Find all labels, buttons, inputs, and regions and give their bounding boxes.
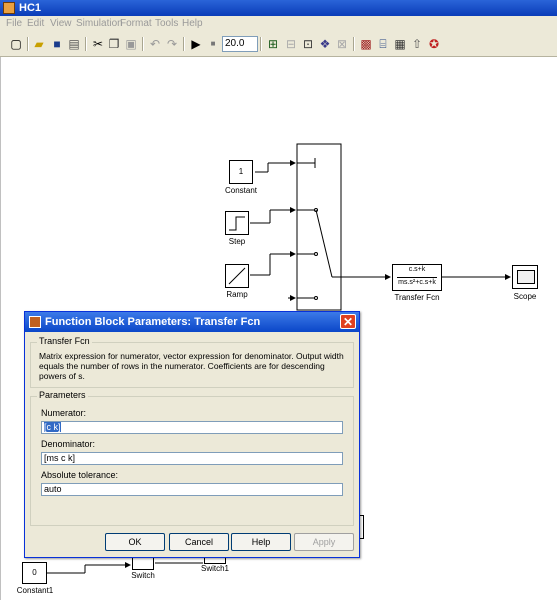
step-icon: [229, 216, 245, 231]
dialog-title-bar: Function Block Parameters: Transfer Fcn …: [25, 312, 359, 332]
transfer-fcn-divider: [397, 277, 437, 278]
scope-block[interactable]: [512, 265, 538, 289]
switch-block[interactable]: [132, 556, 154, 570]
ramp-label: Ramp: [226, 290, 248, 299]
block-parameters-icon: [29, 316, 41, 328]
help-button[interactable]: Help: [231, 533, 291, 551]
transfer-fcn-label: Transfer Fcn: [394, 293, 440, 302]
transfer-fcn-denominator: ms.s²+c.s+k: [398, 279, 436, 286]
switch-label: Switch: [131, 571, 155, 580]
apply-button[interactable]: Apply: [294, 533, 354, 551]
ramp-block[interactable]: [225, 264, 249, 288]
numerator-label: Numerator:: [41, 408, 87, 418]
switch1-label: Switch1: [200, 564, 229, 573]
step-label: Step: [228, 237, 246, 246]
cancel-button[interactable]: Cancel: [169, 533, 229, 551]
ramp-icon: [228, 267, 246, 285]
dialog-description: Matrix expression for numerator, vector …: [39, 351, 344, 381]
numerator-input[interactable]: [c k]: [41, 421, 343, 434]
step-block[interactable]: [225, 211, 249, 235]
constant1-block[interactable]: 0: [22, 562, 47, 584]
constant-block[interactable]: 1: [229, 160, 253, 184]
transfer-fcn-group: Transfer Fcn Matrix expression for numer…: [30, 336, 354, 388]
transfer-fcn-numerator: c.s+k: [408, 266, 426, 273]
parameters-group: Parameters Numerator: [c k] Denominator:…: [30, 390, 354, 526]
ok-button[interactable]: OK: [105, 533, 165, 551]
scope-label: Scope: [513, 292, 537, 301]
scope-icon: [517, 270, 535, 284]
transfer-fcn-legend: Transfer Fcn: [37, 336, 92, 346]
absolute-tolerance-input[interactable]: auto: [41, 483, 343, 496]
denominator-input[interactable]: [ms c k]: [41, 452, 343, 465]
absolute-tolerance-label: Absolute tolerance:: [41, 470, 119, 480]
close-icon[interactable]: ✕: [340, 314, 356, 329]
parameters-legend: Parameters: [37, 390, 88, 400]
transfer-fcn-block[interactable]: c.s+k ms.s²+c.s+k: [392, 264, 442, 291]
constant1-value: 0: [32, 568, 37, 577]
dialog-title: Function Block Parameters: Transfer Fcn: [45, 316, 261, 328]
denominator-label: Denominator:: [41, 439, 96, 449]
constant1-label: Constant1: [16, 586, 54, 595]
constant-value: 1: [238, 167, 244, 176]
multiport-switch-block: [296, 143, 342, 311]
constant-label: Constant: [224, 186, 258, 195]
block-parameters-dialog: Function Block Parameters: Transfer Fcn …: [24, 311, 360, 558]
